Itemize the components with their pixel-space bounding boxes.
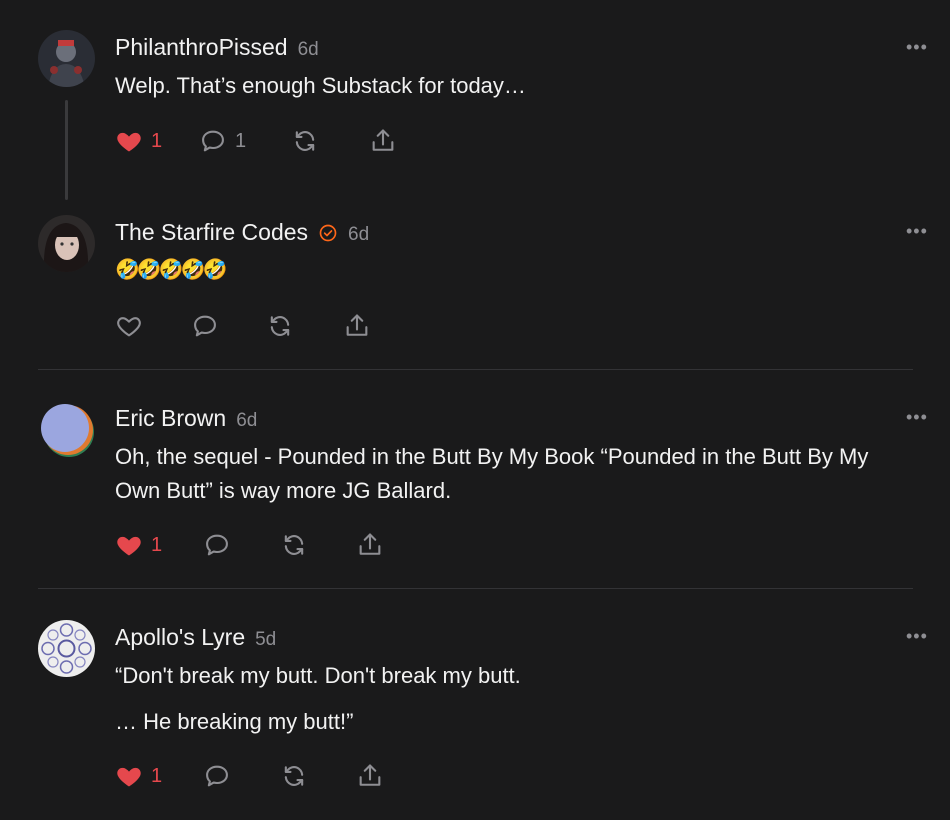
reply-button[interactable] (203, 530, 231, 560)
like-button[interactable]: 1 (115, 761, 162, 791)
timestamp[interactable]: 6d (298, 39, 319, 61)
comment-text-line-2: … He breaking my butt!” (115, 709, 354, 734)
reply-button[interactable] (203, 761, 231, 791)
timestamp[interactable]: 6d (236, 410, 257, 432)
like-button[interactable]: 1 (115, 530, 162, 560)
avatar[interactable] (38, 215, 95, 272)
comment-text-line-1: “Don't break my butt. Don't break my but… (115, 663, 521, 688)
comment-header: Apollo's Lyre 5d (115, 624, 276, 651)
heart-icon (117, 536, 141, 556)
more-icon[interactable]: ••• (906, 222, 928, 240)
comment-icon (206, 765, 228, 787)
share-button[interactable] (369, 126, 397, 156)
like-count: 1 (151, 764, 163, 787)
share-button[interactable] (356, 530, 384, 560)
share-icon (346, 314, 368, 336)
verified-icon (319, 224, 337, 241)
comment-text: 🤣🤣🤣🤣🤣 (115, 259, 228, 281)
comment-icon (206, 534, 228, 556)
share-button[interactable] (356, 761, 384, 791)
restack-button[interactable] (280, 530, 308, 560)
restack-icon (284, 766, 304, 786)
divider (38, 588, 913, 589)
comment-header: Eric Brown 6d (115, 405, 257, 432)
heart-icon (117, 767, 141, 787)
restack-button[interactable] (266, 311, 294, 341)
timestamp[interactable]: 6d (348, 224, 369, 246)
comment-text: Oh, the sequel - Pounded in the Butt By … (115, 444, 869, 503)
restack-icon (295, 131, 315, 151)
comment-header: PhilanthroPissed 6d (115, 34, 319, 61)
thread-line (65, 100, 68, 200)
comment-icon (194, 315, 216, 337)
reply-button[interactable] (191, 311, 219, 341)
comment-header: The Starfire Codes 6d (115, 219, 369, 246)
heart-icon (117, 317, 141, 337)
restack-icon (270, 316, 290, 336)
avatar[interactable] (38, 620, 95, 677)
comment-text: Welp. That’s enough Substack for today… (115, 73, 526, 98)
share-icon (359, 764, 381, 786)
restack-button[interactable] (280, 761, 308, 791)
share-icon (359, 533, 381, 555)
like-count: 1 (151, 533, 163, 556)
author-name[interactable]: Apollo's Lyre (115, 624, 245, 651)
divider (38, 369, 913, 370)
more-icon[interactable]: ••• (906, 627, 928, 645)
author-name[interactable]: The Starfire Codes (115, 219, 308, 246)
like-count: 1 (151, 129, 163, 152)
reply-button[interactable]: 1 (199, 126, 246, 156)
restack-icon (284, 535, 304, 555)
more-icon[interactable]: ••• (906, 38, 928, 56)
like-button[interactable] (115, 311, 143, 341)
like-button[interactable]: 1 (115, 126, 162, 156)
timestamp[interactable]: 5d (255, 629, 276, 651)
restack-button[interactable] (291, 126, 319, 156)
reply-count: 1 (235, 129, 247, 152)
avatar[interactable] (38, 401, 95, 458)
author-name[interactable]: Eric Brown (115, 405, 226, 432)
avatar[interactable] (38, 30, 95, 87)
share-icon (372, 129, 394, 151)
heart-icon (117, 132, 141, 152)
share-button[interactable] (343, 311, 371, 341)
author-name[interactable]: PhilanthroPissed (115, 34, 288, 61)
comment-icon (202, 130, 224, 152)
more-icon[interactable]: ••• (906, 408, 928, 426)
